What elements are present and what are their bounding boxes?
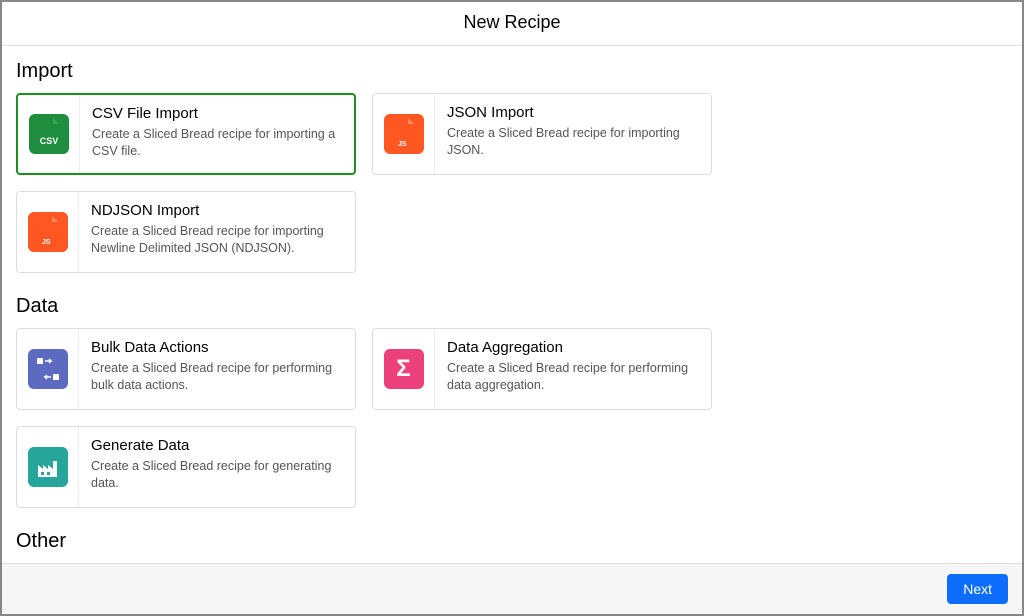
new-recipe-dialog: New Recipe Import CSV CSV File Import — [0, 0, 1024, 616]
section-heading-import: Import — [16, 60, 1008, 83]
csv-file-icon: CSV — [29, 114, 69, 154]
section-heading-other: Other — [16, 530, 1008, 553]
dialog-content: Import CSV CSV File Import Create a Slic… — [2, 46, 1022, 563]
ndjson-file-icon: JS — [28, 212, 68, 252]
sigma-icon: Σ — [384, 349, 424, 389]
json-file-icon: JS — [384, 114, 424, 154]
card-desc: Create a Sliced Bread recipe for importi… — [91, 223, 343, 257]
card-desc: Create a Sliced Bread recipe for importi… — [92, 126, 342, 160]
card-desc: Create a Sliced Bread recipe for generat… — [91, 458, 343, 492]
card-generate-data[interactable]: Generate Data Create a Sliced Bread reci… — [16, 426, 356, 508]
next-button[interactable]: Next — [947, 574, 1008, 604]
svg-text:JS: JS — [42, 239, 51, 246]
section-heading-data: Data — [16, 295, 1008, 318]
svg-text:CSV: CSV — [39, 136, 58, 146]
card-json-import[interactable]: JS JSON Import Create a Sliced Bread rec… — [372, 93, 712, 175]
card-title: JSON Import — [447, 104, 699, 121]
factory-icon — [28, 447, 68, 487]
card-title: Generate Data — [91, 437, 343, 454]
card-desc: Create a Sliced Bread recipe for perform… — [447, 360, 699, 394]
card-title: NDJSON Import — [91, 202, 343, 219]
import-grid: CSV CSV File Import Create a Sliced Brea… — [16, 93, 1008, 273]
card-title: Data Aggregation — [447, 339, 699, 356]
card-ndjson-import[interactable]: JS NDJSON Import Create a Sliced Bread r… — [16, 191, 356, 273]
card-title: CSV File Import — [92, 105, 342, 122]
card-title: Bulk Data Actions — [91, 339, 343, 356]
card-desc: Create a Sliced Bread recipe for importi… — [447, 125, 699, 159]
dialog-footer: Next — [2, 563, 1022, 614]
card-data-aggregation[interactable]: Σ Data Aggregation Create a Sliced Bread… — [372, 328, 712, 410]
card-csv-file-import[interactable]: CSV CSV File Import Create a Sliced Brea… — [16, 93, 356, 175]
card-bulk-data-actions[interactable]: Bulk Data Actions Create a Sliced Bread … — [16, 328, 356, 410]
data-grid: Bulk Data Actions Create a Sliced Bread … — [16, 328, 1008, 508]
bulk-actions-icon — [28, 349, 68, 389]
svg-text:JS: JS — [398, 141, 407, 148]
dialog-title: New Recipe — [2, 2, 1022, 46]
card-desc: Create a Sliced Bread recipe for perform… — [91, 360, 343, 394]
